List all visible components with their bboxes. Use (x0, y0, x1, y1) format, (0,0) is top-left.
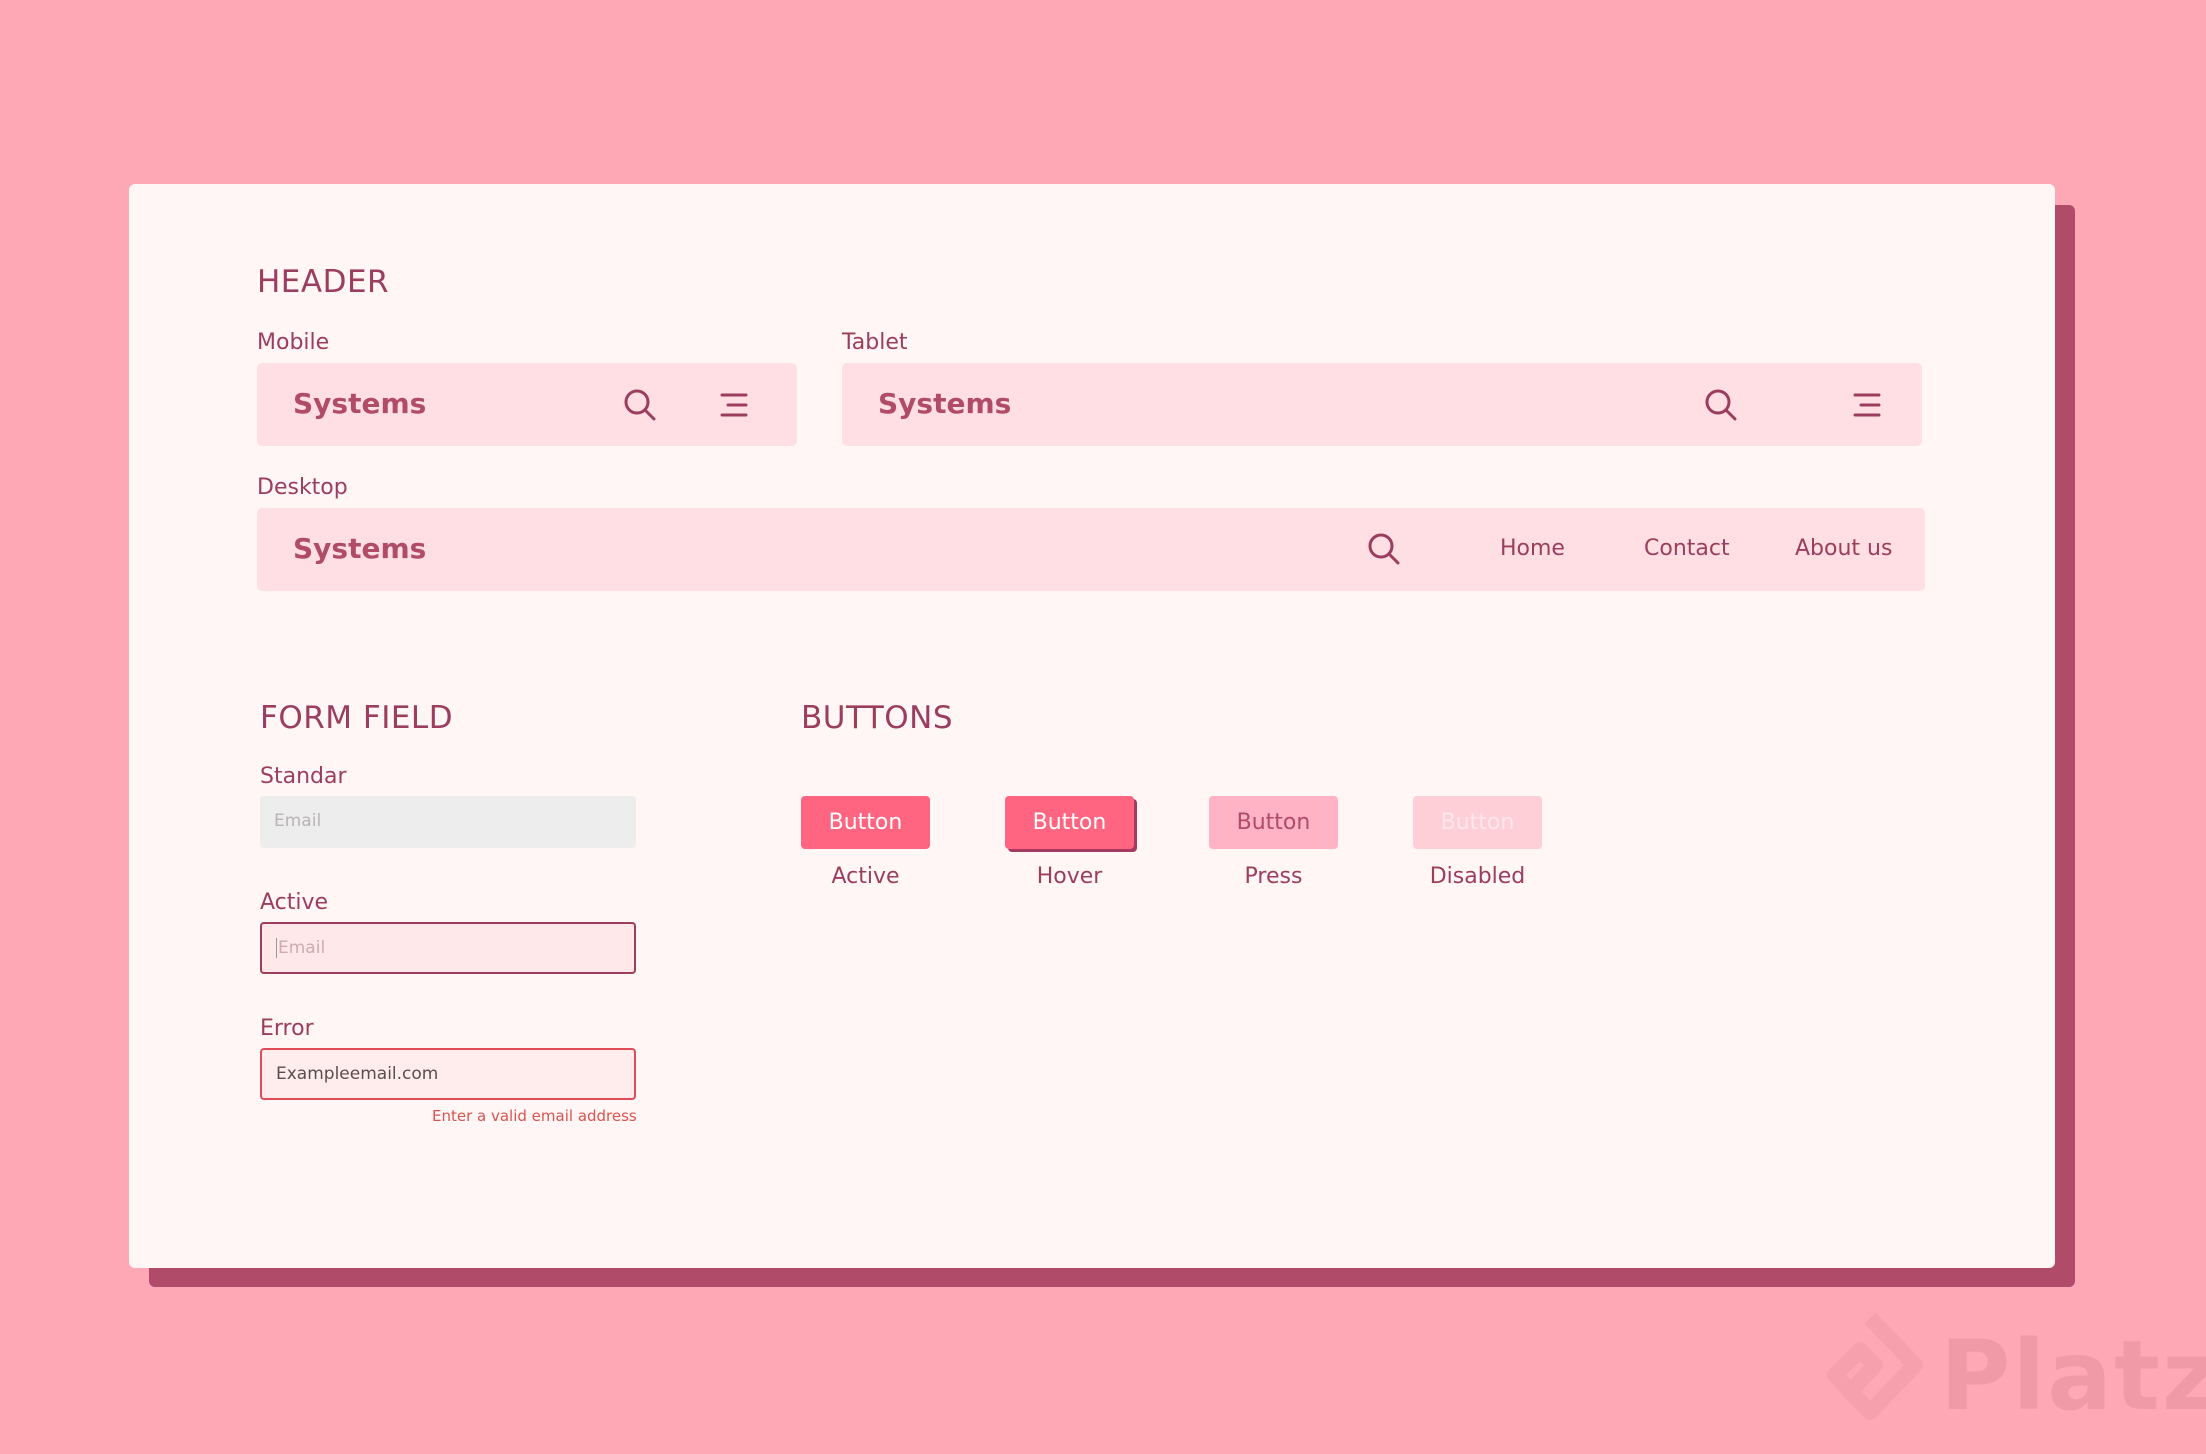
email-field-standar[interactable]: Email (260, 796, 636, 848)
mobile-label: Mobile (257, 330, 330, 355)
mobile-brand[interactable]: Systems (293, 387, 426, 420)
email-field-active-placeholder: Email (278, 938, 326, 958)
desktop-label: Desktop (257, 475, 348, 500)
error-message: Enter a valid email address (432, 1107, 637, 1125)
platzi-logo-icon (1827, 1312, 1923, 1420)
desktop-brand[interactable]: Systems (293, 532, 426, 565)
menu-icon[interactable] (720, 392, 748, 418)
button-press[interactable]: Button (1209, 796, 1338, 849)
button-active[interactable]: Button (801, 796, 930, 849)
desktop-header-bar: Systems Home Contact About us (257, 508, 1925, 591)
email-field-error[interactable]: Exampleemail.com (260, 1048, 636, 1100)
button-press-caption: Press (1244, 864, 1303, 889)
button-active-caption: Active (831, 864, 900, 889)
design-system-card: HEADER Mobile Systems Tablet Systems Des… (129, 184, 2055, 1268)
button-hover-caption: Hover (1036, 864, 1103, 889)
text-cursor (276, 938, 277, 958)
form-section-title: FORM FIELD (260, 700, 454, 736)
nav-about-us[interactable]: About us (1795, 536, 1892, 561)
platzi-watermark: Platzi (1940, 1320, 2206, 1432)
header-section-title: HEADER (257, 264, 390, 300)
button-disabled-caption: Disabled (1429, 864, 1526, 889)
nav-contact[interactable]: Contact (1644, 536, 1730, 561)
menu-icon[interactable] (1853, 392, 1881, 418)
buttons-section-title: BUTTONS (801, 700, 954, 736)
search-icon[interactable] (1704, 388, 1738, 422)
mobile-header-bar: Systems (257, 363, 797, 446)
active-label: Active (260, 890, 329, 915)
search-icon[interactable] (623, 388, 657, 422)
tablet-header-bar: Systems (842, 363, 1922, 446)
tablet-label: Tablet (842, 330, 908, 355)
button-hover[interactable]: Button (1005, 796, 1134, 849)
button-disabled: Button (1413, 796, 1542, 849)
error-label: Error (260, 1016, 314, 1041)
tablet-brand[interactable]: Systems (878, 387, 1011, 420)
nav-home[interactable]: Home (1500, 536, 1565, 561)
standar-label: Standar (260, 764, 347, 789)
email-field-active[interactable]: Email (260, 922, 636, 974)
search-icon[interactable] (1367, 532, 1401, 566)
